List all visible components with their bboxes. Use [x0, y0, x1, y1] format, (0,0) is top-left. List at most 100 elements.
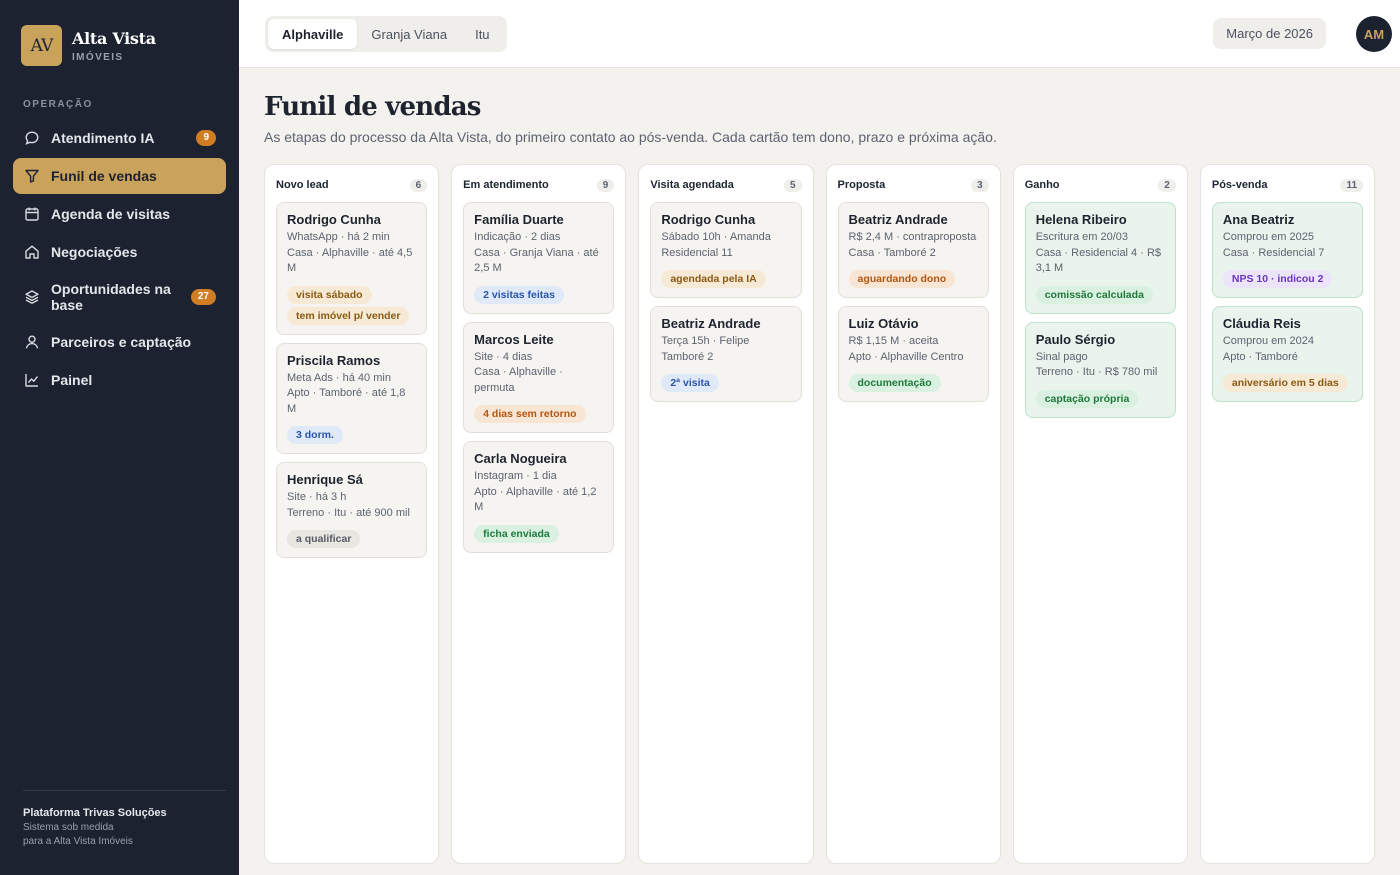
card-tags: 3 dorm. [287, 423, 416, 444]
sidebar-item-parceiros-e-captacao[interactable]: Parceiros e captação [13, 324, 226, 360]
card-detail: Escritura em 20/03 [1035, 231, 1129, 243]
deal-card[interactable]: Beatriz Andrade Terça 15h · Felipe Tamboré… [650, 306, 802, 402]
status-tag: 4 dias sem retorno [474, 405, 586, 423]
card-tags: ficha enviada [474, 522, 603, 543]
deal-card[interactable]: Rodrigo Cunha WhatsApp · há 2 min Casa · A… [276, 202, 428, 335]
column-title: Novo lead [276, 179, 329, 191]
status-tag: NPS 10 · indicou 2 [1222, 270, 1333, 288]
footer-line: para a Alta Vista Imóveis [23, 836, 133, 847]
sidebar-footer: Plataforma Trivas Soluções Sistema sob m… [23, 790, 226, 847]
column-header: Em atendimento 9 [463, 177, 615, 193]
status-tag: aniversário em 5 dias [1222, 374, 1348, 392]
page-subtitle: As etapas do processo da Alta Vista, do … [264, 129, 997, 145]
column-title: Em atendimento [463, 179, 549, 191]
sidebar-item-label: Parceiros e captação [51, 334, 192, 350]
column-title: Pós-venda [1211, 179, 1268, 191]
sidebar-nav: Atendimento IA 9 Funil de vendas Agenda … [13, 120, 226, 400]
kanban-column: Ganho 2 Helena Ribeiro Escritura em 20/03 Ca… [1012, 164, 1188, 864]
card-name: Henrique Sá [287, 472, 363, 487]
deal-card[interactable]: Helena Ribeiro Escritura em 20/03 Casa · R… [1024, 202, 1176, 314]
card-tags: documentação [848, 371, 978, 392]
sidebar-item-oportunidades-na-base[interactable]: Oportunidades na base 27 [13, 272, 226, 322]
chart-icon [24, 372, 40, 388]
deal-card[interactable]: Marcos Leite Site · 4 dias Casa · Alphavil… [463, 321, 615, 433]
card-detail: WhatsApp · há 2 min [287, 231, 390, 243]
kanban-column: Novo lead 6 Rodrigo Cunha WhatsApp · há 2 m… [264, 164, 440, 864]
column-header: Novo lead 6 [276, 177, 428, 193]
card-name: Beatriz Andrade [848, 212, 948, 227]
sidebar-section-label: OPERAÇÃO [23, 99, 93, 110]
card-name: Ana Beatriz [1222, 212, 1295, 227]
card-detail: Sábado 10h · Amanda [661, 231, 771, 243]
sidebar-item-label: Atendimento IA [51, 130, 155, 146]
card-detail: Apto · Alphaville Centro [848, 350, 964, 363]
tab-alphaville[interactable]: Alphaville [268, 19, 358, 49]
sidebar-item-agenda-de-visitas[interactable]: Agenda de visitas [13, 196, 226, 232]
sidebar-item-painel[interactable]: Painel [13, 362, 226, 398]
card-name: Helena Ribeiro [1035, 212, 1127, 227]
sidebar-item-atendimento-ia[interactable]: Atendimento IA 9 [13, 120, 226, 156]
card-detail: Site · há 3 h [287, 491, 347, 503]
deal-card[interactable]: Paulo Sérgio Sinal pago Terreno · Itu · R$… [1024, 321, 1176, 418]
card-detail: Casa · Residencial 4 · R$ 3,1 M [1035, 246, 1162, 275]
kanban-column: Proposta 3 Beatriz Andrade R$ 2,4 M · contr… [825, 164, 1001, 864]
deal-card[interactable]: Henrique Sá Site · há 3 h Terreno · Itu · … [276, 462, 428, 558]
card-detail: R$ 1,15 M · aceita [848, 335, 939, 347]
card-detail: Terça 15h · Felipe [661, 335, 750, 347]
home-icon [24, 244, 40, 260]
deal-card[interactable]: Beatriz Andrade R$ 2,4 M · contraproposta… [837, 202, 989, 298]
region-tabs: Alphaville Granja Viana Itu [265, 16, 507, 52]
card-detail: Terreno · Itu · R$ 780 mil [1035, 366, 1158, 378]
column-title: Visita agendada [650, 179, 734, 191]
kanban-column: Visita agendada 5 Rodrigo Cunha Sábado 10h … [638, 164, 814, 864]
deal-card[interactable]: Ana Beatriz Comprou em 2025 Casa · Residen… [1211, 202, 1364, 298]
card-detail: Apto · Alphaville · até 1,2 M [474, 485, 597, 514]
card-name: Beatriz Andrade [661, 316, 761, 331]
card-name: Luiz Otávio [848, 316, 919, 331]
card-tags: aguardando dono [848, 267, 978, 288]
deal-card[interactable]: Rodrigo Cunha Sábado 10h · Amanda Residenc… [650, 202, 802, 298]
period-selector[interactable]: Março de 2026 [1213, 18, 1326, 49]
deal-card[interactable]: Priscila Ramos Meta Ads · há 40 min Apto ·… [276, 342, 428, 454]
card-detail: Apto · Tamboré · até 1,8 M [287, 387, 406, 415]
deal-card[interactable]: Carla Nogueira Instagram · 1 dia Apto · Al… [463, 441, 615, 553]
card-detail: Apto · Tamboré [1222, 350, 1298, 363]
column-header: Ganho 2 [1025, 177, 1176, 193]
tab-granja-viana[interactable]: Granja Viana [357, 19, 461, 49]
brand-logo: AV [21, 25, 62, 66]
card-detail: Comprou em 2025 [1222, 231, 1314, 243]
deal-card[interactable]: Família Duarte Indicação · 2 dias Casa · G… [463, 202, 615, 314]
kanban-column: Pós-venda 11 Ana Beatriz Comprou em 2025 Cas… [1199, 164, 1376, 864]
card-tags: 2ª visita [661, 371, 790, 392]
status-tag: 2 visitas feitas [474, 285, 564, 304]
card-detail: Casa · Tamboré 2 [848, 246, 936, 259]
sidebar-item-funil-de-vendas[interactable]: Funil de vendas [13, 158, 226, 194]
layers-icon [24, 289, 40, 305]
card-tags: NPS 10 · indicou 2 [1222, 267, 1352, 288]
tab-itu[interactable]: Itu [461, 19, 503, 49]
status-tag: a qualificar [287, 530, 361, 548]
deal-card[interactable]: Cláudia Reis Comprou em 2024 Apto · Tambor… [1211, 306, 1364, 402]
top-bar: Alphaville Granja Viana Itu Março de 202… [239, 0, 1400, 68]
card-name: Carla Nogueira [474, 451, 567, 466]
sidebar-item-label: Funil de vendas [51, 168, 157, 184]
card-tags: visita sábado tem imóvel p/ vender [287, 283, 416, 325]
status-tag: 2ª visita [661, 374, 719, 392]
column-title: Ganho [1024, 179, 1060, 191]
footer-title: Plataforma Trivas Soluções [23, 807, 167, 819]
deal-card[interactable]: Luiz Otávio R$ 1,15 M · aceita Apto · Alph… [837, 306, 989, 402]
card-name: Família Duarte [474, 212, 564, 227]
card-name: Marcos Leite [474, 331, 554, 347]
kanban-column: Em atendimento 9 Família Duarte Indicação ·… [451, 164, 627, 864]
calendar-icon [24, 206, 40, 222]
page-title: Funil de vendas [264, 92, 481, 122]
chat-icon [24, 130, 40, 146]
brand[interactable]: AV Alta Vista IMÓVEIS [21, 25, 156, 66]
card-detail: R$ 2,4 M · contraproposta [848, 231, 977, 243]
sidebar-item-negociacoes[interactable]: Negociações [13, 234, 226, 270]
card-tags: 2 visitas feitas [474, 283, 603, 304]
user-avatar[interactable]: AM [1356, 16, 1392, 52]
card-tags: comissão calculada [1035, 283, 1165, 304]
status-tag: agendada pela IA [661, 270, 766, 288]
status-tag: documentação [848, 374, 941, 392]
